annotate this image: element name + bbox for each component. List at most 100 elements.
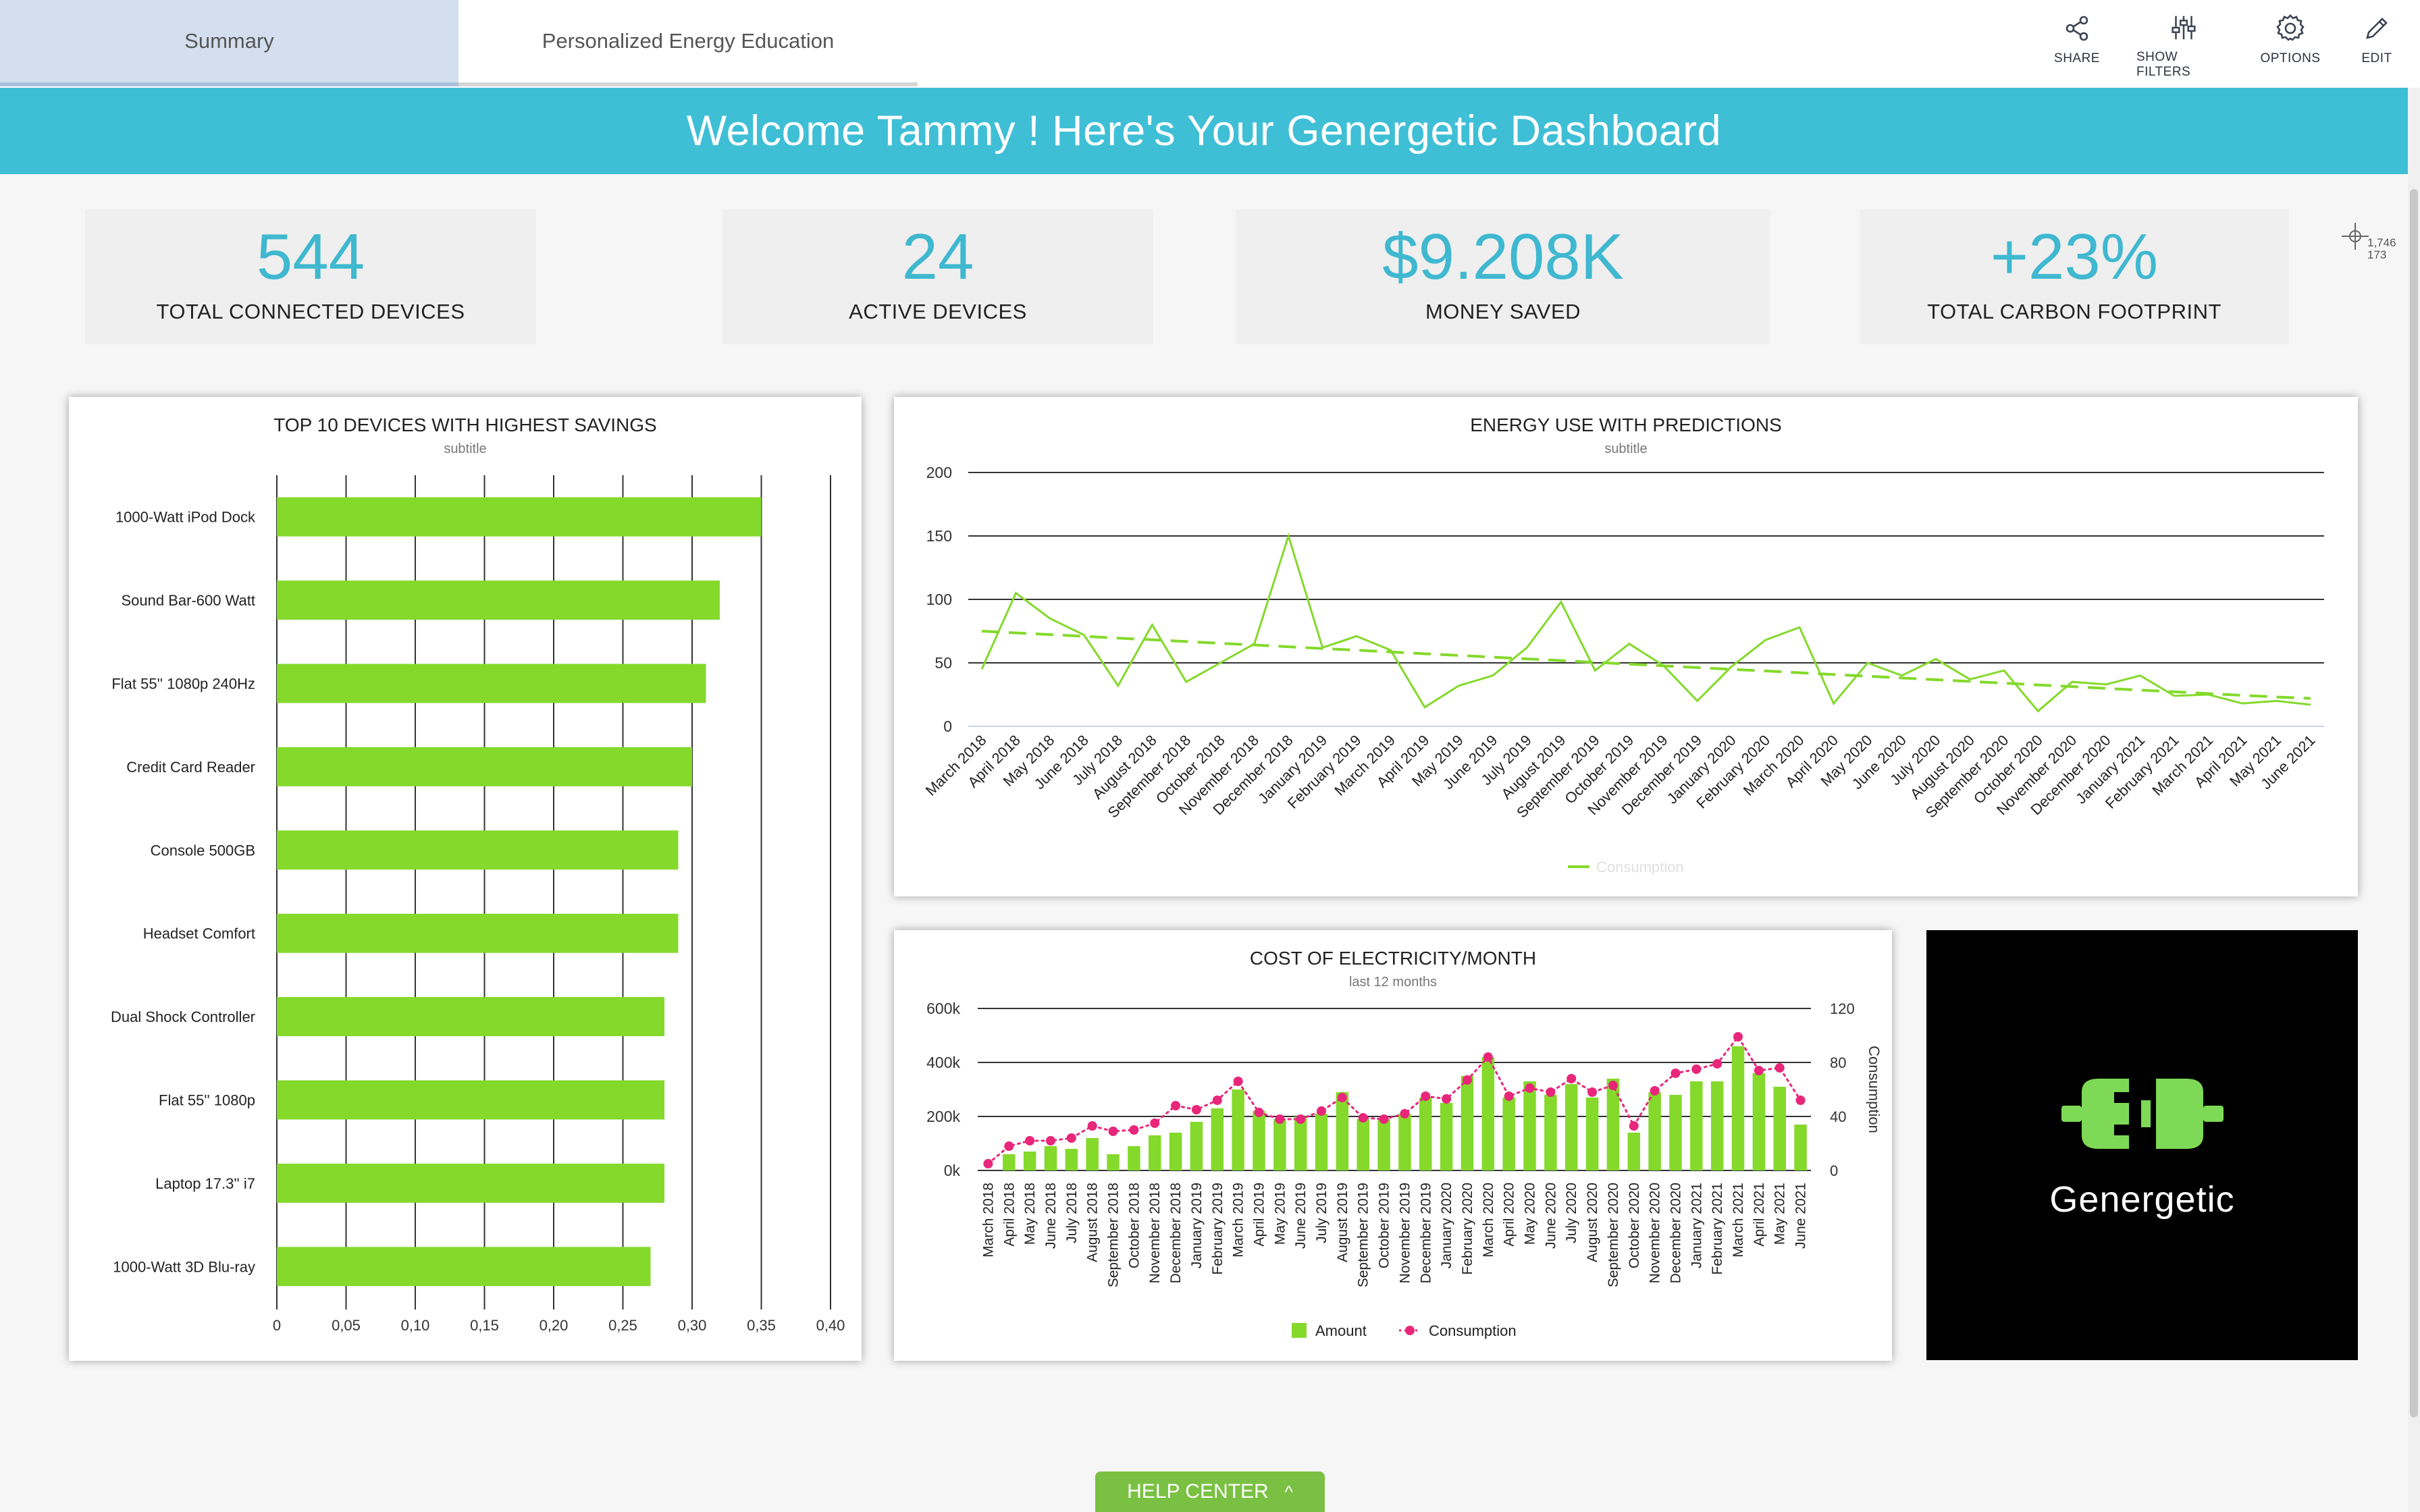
y-right-axis-label: Consumption	[1866, 1046, 1883, 1133]
amount-bar	[1065, 1149, 1078, 1170]
consumption-point	[1650, 1086, 1660, 1096]
options-button[interactable]: OPTIONS	[2243, 12, 2338, 80]
kpi-value: 544	[256, 221, 365, 293]
category-label: Laptop 17.3'' i7	[155, 1175, 255, 1192]
logo-text: Genergetic	[2049, 1179, 2235, 1220]
edit-label: EDIT	[2361, 51, 2392, 65]
consumption-point	[1629, 1121, 1639, 1131]
sliders-icon	[2172, 16, 2196, 40]
legend-label-amount: Amount	[1315, 1322, 1367, 1339]
bar	[277, 1247, 651, 1287]
consumption-point	[1358, 1113, 1368, 1123]
x-tick-label: March 2020	[1481, 1183, 1496, 1258]
amount-bar	[1294, 1116, 1307, 1170]
share-button[interactable]: SHARE	[2030, 12, 2124, 80]
category-label: Headset Comfort	[143, 925, 255, 942]
amount-bar	[1731, 1046, 1745, 1170]
x-tick-label: 0,40	[816, 1317, 845, 1334]
legend-swatch-amount	[1292, 1323, 1307, 1338]
legend-swatch-consumption	[1405, 1326, 1415, 1335]
amount-bar	[1128, 1146, 1140, 1170]
x-tick-label: January 2019	[1189, 1183, 1205, 1268]
x-tick-label: May 2021	[1772, 1183, 1788, 1245]
x-tick-label: August 2019	[1335, 1183, 1350, 1262]
x-tick-label: February 2021	[1710, 1183, 1725, 1275]
x-tick-label: July 2020	[1564, 1183, 1579, 1243]
top-tab-bar: Summary Personalized Energy Education SH…	[0, 0, 2420, 88]
amount-bar	[1794, 1125, 1807, 1170]
consumption-point	[1567, 1074, 1577, 1083]
kpi-value: 24	[901, 221, 974, 293]
tab-summary[interactable]: Summary	[0, 0, 458, 86]
y-right-tick-label: 40	[1830, 1108, 1846, 1125]
amount-bar	[1669, 1095, 1682, 1170]
kpi-value: $9.208K	[1382, 221, 1624, 293]
consumption-point	[1025, 1136, 1035, 1145]
x-tick-label: November 2018	[1147, 1183, 1163, 1283]
x-tick-label: 0,05	[332, 1317, 361, 1334]
welcome-banner: Welcome Tammy ! Here's Your Genergetic D…	[0, 88, 2408, 174]
x-tick-label: December 2019	[1418, 1183, 1433, 1283]
scrollbar-thumb[interactable]	[2410, 189, 2418, 1418]
top-devices-bar-chart: 0 0,05 0,10 0,15 0,20 0,25 0,30 0,35 0,40 1000-Wa…	[111, 475, 845, 1334]
kpi-active-devices: 24 ACTIVE DEVICES	[722, 209, 1153, 344]
amount-bar	[1752, 1073, 1766, 1170]
x-tick-label: October 2019	[1377, 1183, 1392, 1268]
tab-summary-label: Summary	[184, 29, 274, 53]
consumption-point	[1045, 1136, 1055, 1145]
x-tick-label: May 2019	[1272, 1183, 1288, 1245]
bar	[277, 497, 762, 537]
consumption-point	[1671, 1069, 1681, 1078]
consumption-point	[1191, 1105, 1201, 1114]
consumption-point	[1754, 1066, 1764, 1075]
x-tick-label: April 2019	[1251, 1183, 1267, 1247]
tab-energy-label: Personalized Energy Education	[542, 29, 835, 53]
bar	[277, 1163, 664, 1203]
consumption-point	[1525, 1083, 1535, 1093]
amount-bar	[1564, 1084, 1578, 1170]
cursor-readout-y: 173	[2367, 248, 2387, 261]
amount-bar	[1585, 1098, 1599, 1170]
amount-bar	[1336, 1092, 1349, 1170]
banner-title: Welcome Tammy ! Here's Your Genergetic D…	[686, 107, 1722, 155]
x-tick-label: November 2019	[1397, 1183, 1413, 1283]
y-right-tick-label: 120	[1830, 1000, 1855, 1017]
consumption-point	[1087, 1121, 1097, 1131]
consumption-point	[1129, 1125, 1139, 1135]
y-tick-label: 150	[926, 527, 952, 545]
share-icon	[2066, 16, 2088, 41]
x-tick-label: June 2021	[1793, 1183, 1809, 1249]
edit-button[interactable]: EDIT	[2330, 12, 2420, 80]
x-tick-label: 0,20	[540, 1317, 569, 1334]
category-label: 1000-Watt iPod Dock	[115, 509, 256, 526]
consumption-point	[1442, 1094, 1452, 1104]
consumption-point	[983, 1159, 993, 1168]
help-center-button[interactable]: HELP CENTER ^	[1095, 1472, 1325, 1512]
category-label: Credit Card Reader	[126, 759, 255, 776]
genergetic-logo-panel: Genergetic	[1926, 930, 2358, 1360]
consumption-point	[1504, 1091, 1514, 1101]
x-tick-label: 0,35	[747, 1317, 776, 1334]
tab-personalized-energy-education[interactable]: Personalized Energy Education	[458, 0, 918, 86]
amount-bar	[1773, 1087, 1786, 1170]
top-devices-chart-panel: TOP 10 DEVICES WITH HIGHEST SAVINGS subt…	[69, 397, 862, 1361]
category-label: Console 500GB	[151, 842, 255, 859]
consumption-point	[1254, 1108, 1264, 1117]
consumption-point	[1483, 1052, 1493, 1062]
amount-bar	[1648, 1092, 1661, 1170]
consumption-point	[1587, 1087, 1598, 1097]
show-filters-button[interactable]: SHOW FILTERS	[2136, 12, 2231, 80]
amount-bar	[1690, 1081, 1703, 1170]
y-left-tick-label: 400k	[926, 1054, 960, 1071]
plug-logo-icon	[2061, 1079, 2224, 1149]
prediction-trend-line	[981, 630, 2311, 700]
y-tick-label: 100	[926, 591, 952, 608]
y-tick-label: 0	[943, 718, 952, 735]
amount-bar	[1169, 1133, 1182, 1170]
x-tick-label: June 2019	[1293, 1183, 1309, 1249]
category-label: Flat 55'' 1080p 240Hz	[111, 676, 255, 693]
consumption-point	[1108, 1127, 1118, 1136]
amount-bar	[1232, 1089, 1244, 1170]
x-tick-label: February 2020	[1460, 1183, 1475, 1275]
page-scrollbar[interactable]	[2408, 88, 2420, 1512]
